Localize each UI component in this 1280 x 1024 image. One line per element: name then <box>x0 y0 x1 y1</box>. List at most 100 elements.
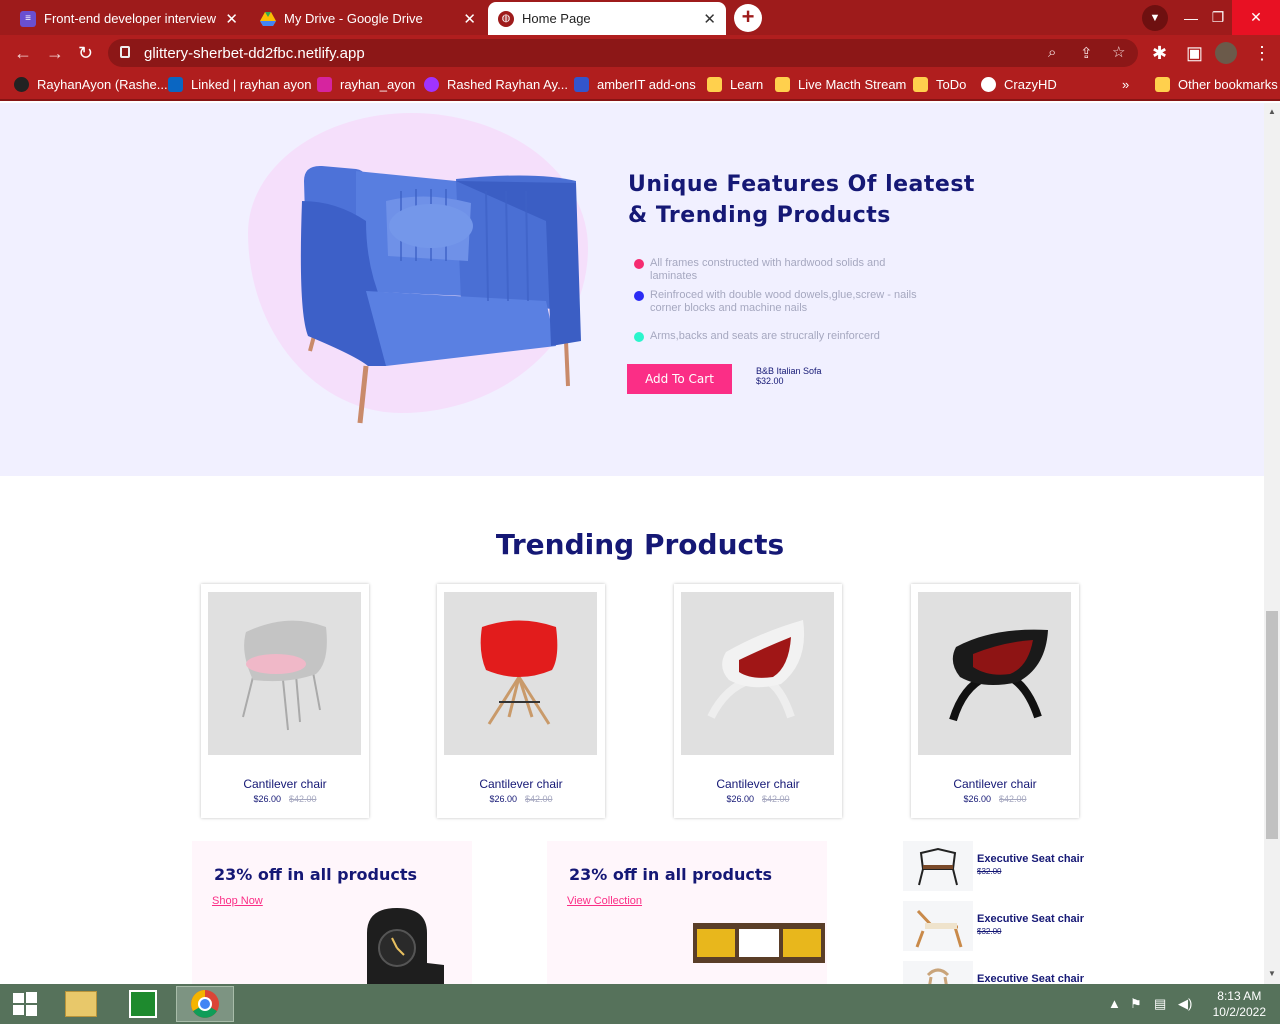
bookmark-item[interactable]: Live Macth Stream <box>775 77 906 92</box>
instagram-icon <box>317 77 332 92</box>
store-button[interactable] <box>114 986 172 1022</box>
list-item[interactable]: Executive Seat chair <box>903 961 1103 984</box>
product-card[interactable]: Cantilever chair $26.00 $42.00 <box>201 584 369 818</box>
feature-text: Reinfroced with double wood dowels,glue,… <box>650 289 917 314</box>
tab-search-button[interactable]: ▼ <box>1141 0 1169 35</box>
vertical-scrollbar[interactable]: ▲ ▼ <box>1264 103 1280 984</box>
product-image <box>681 592 834 755</box>
shop-now-link[interactable]: Shop Now <box>212 895 263 907</box>
zoom-icon[interactable]: ⌕ <box>1048 44 1056 61</box>
scrollbar-thumb[interactable] <box>1266 611 1278 839</box>
avatar[interactable] <box>1215 42 1237 64</box>
close-tab-icon[interactable]: ✕ <box>463 10 476 28</box>
back-icon[interactable]: ← <box>14 43 32 64</box>
list-item[interactable]: Executive Seat chair $32.00 <box>903 841 1103 891</box>
chrome-taskbar-button[interactable] <box>176 986 234 1022</box>
scroll-down-icon[interactable]: ▼ <box>1268 969 1276 978</box>
tab-drive[interactable]: My Drive - Google Drive ✕ <box>250 2 486 35</box>
price-current: $26.00 <box>489 794 517 804</box>
bookmark-label: Learn <box>730 77 764 92</box>
bookmark-item[interactable]: CrazyHD <box>981 77 1057 92</box>
linkedin-icon <box>168 77 183 92</box>
address-bar[interactable]: glittery-sherbet-dd2fbc.netlify.app ⌕ ⇪ … <box>108 39 1138 67</box>
bullet-icon <box>634 259 644 269</box>
folder-icon <box>775 77 790 92</box>
bookmark-item[interactable]: rayhan_ayon <box>317 77 415 92</box>
bookmark-item[interactable]: Learn <box>707 77 763 92</box>
item-name: Executive Seat chair <box>977 973 1085 984</box>
forms-icon: ≡ <box>20 10 36 27</box>
lock-icon <box>120 46 130 58</box>
bookmark-item[interactable]: RayhanAyon (Rashe... <box>14 77 168 92</box>
bullet-icon <box>634 291 644 301</box>
clock-date: 10/2/2022 <box>1212 1005 1266 1019</box>
promo-title: 23% off in all products <box>214 865 418 884</box>
side-panel-icon[interactable]: ▣ <box>1186 43 1203 64</box>
promo-card: 23% off in all products View Collection <box>547 841 827 984</box>
scroll-up-icon[interactable]: ▲ <box>1268 107 1276 116</box>
item-name: Executive Seat chair <box>977 853 1085 865</box>
product-name: Cantilever chair <box>479 777 563 791</box>
bookmark-item[interactable]: Linked | rayhan ayon <box>168 77 311 92</box>
product-card[interactable]: Cantilever chair $26.00 $42.00 <box>674 584 842 818</box>
extensions-icon[interactable]: ✱ <box>1152 43 1167 64</box>
product-card[interactable]: Cantilever chair $26.00 $42.00 <box>911 584 1079 818</box>
product-price: $26.00 $42.00 <box>437 794 605 804</box>
price-old: $42.00 <box>762 794 790 804</box>
tab-interview[interactable]: ≡ Front-end developer interview as ✕ <box>10 2 248 35</box>
start-button[interactable] <box>0 986 50 1022</box>
promo-card: 23% off in all products Shop Now <box>192 841 472 984</box>
flag-icon[interactable]: ⚑ <box>1130 996 1142 1012</box>
file-explorer-button[interactable] <box>52 986 110 1022</box>
close-window-button[interactable]: ✕ <box>1232 0 1280 35</box>
chair-thumbnail <box>903 961 973 984</box>
folder-icon <box>913 77 928 92</box>
other-bookmarks[interactable]: Other bookmarks <box>1155 77 1278 92</box>
system-clock[interactable]: 8:13 AM 10/2/2022 <box>1213 988 1266 1020</box>
item-price: $32.00 <box>977 927 1002 936</box>
add-to-cart-button[interactable]: Add To Cart <box>627 364 732 394</box>
menu-icon[interactable]: ⋮ <box>1253 43 1271 64</box>
bookmark-label: Linked | rayhan ayon <box>191 77 312 92</box>
chevron-down-icon: ▼ <box>1142 4 1168 31</box>
close-tab-icon[interactable]: ✕ <box>225 10 238 28</box>
taskbar: ▲ ⚑ ▤ ◀) 8:13 AM 10/2/2022 <box>0 984 1280 1024</box>
product-image <box>918 592 1071 755</box>
bookmark-label: RayhanAyon (Rashe... <box>37 77 168 92</box>
bookmark-label: Live Macth Stream <box>798 77 907 92</box>
network-icon[interactable]: ▤ <box>1154 996 1166 1012</box>
product-price: $26.00 $42.00 <box>201 794 369 804</box>
restore-button[interactable]: ❐ <box>1204 0 1232 35</box>
bookmark-label: Other bookmarks <box>1178 77 1278 92</box>
feature-item: Arms,backs and seats are strucrally rein… <box>634 330 934 343</box>
reload-icon[interactable]: ↻ <box>78 43 93 64</box>
tab-strip: ≡ Front-end developer interview as ✕ My … <box>0 0 1280 35</box>
close-tab-icon[interactable]: ✕ <box>703 10 716 28</box>
new-tab-button[interactable]: + <box>734 4 762 32</box>
list-item[interactable]: Executive Seat chair $32.00 <box>903 901 1103 951</box>
product-card[interactable]: Cantilever chair $26.00 $42.00 <box>437 584 605 818</box>
bookmark-item[interactable]: ToDo <box>913 77 966 92</box>
view-collection-link[interactable]: View Collection <box>567 895 642 907</box>
show-hidden-icons[interactable]: ▲ <box>1108 996 1121 1011</box>
minimize-button[interactable]: — <box>1178 0 1204 35</box>
feature-text: Arms,backs and seats are strucrally rein… <box>650 330 880 342</box>
volume-icon[interactable]: ◀) <box>1178 996 1192 1012</box>
product-name: B&B Italian Sofa <box>756 366 822 376</box>
sofa-image <box>300 165 581 424</box>
forward-icon[interactable]: → <box>46 43 64 64</box>
tab-home-page[interactable]: ◍ Home Page ✕ <box>488 2 726 35</box>
feature-section: Unique Features Of leatest & Trending Pr… <box>0 103 1264 476</box>
share-icon[interactable]: ⇪ <box>1080 44 1093 62</box>
bookmark-star-icon[interactable]: ☆ <box>1112 43 1125 61</box>
bookmark-item[interactable]: Rashed Rayhan Ay... <box>424 77 568 92</box>
product-name: Cantilever chair <box>953 777 1037 791</box>
bookmark-item[interactable]: amberIT add-ons <box>574 77 696 92</box>
globe-icon: ◍ <box>498 10 514 27</box>
item-price: $32.00 <box>977 867 1002 876</box>
feature-text: All frames constructed with hardwood sol… <box>650 257 886 282</box>
product-info: B&B Italian Sofa $32.00 <box>756 366 822 386</box>
globe-icon <box>981 77 996 92</box>
more-bookmarks-button[interactable]: » <box>1122 77 1129 92</box>
item-name: Executive Seat chair <box>977 913 1085 925</box>
